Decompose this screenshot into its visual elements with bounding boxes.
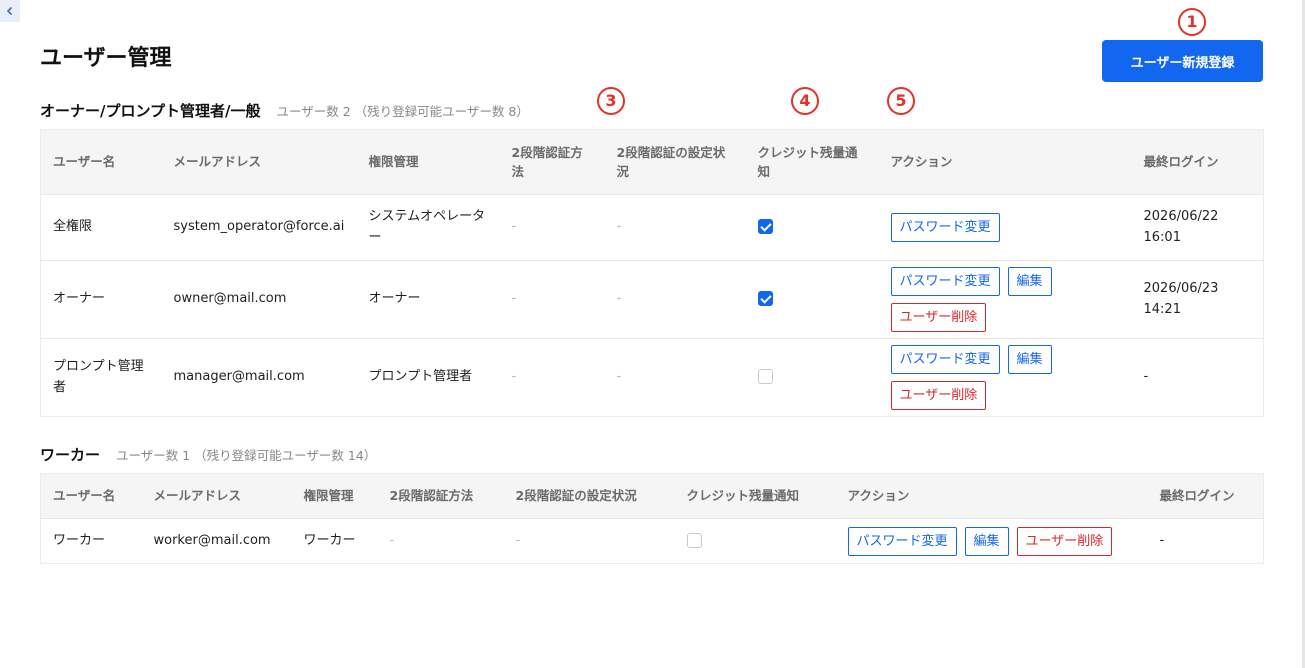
user-count: ユーザー数 1 （残り登録可能ユーザー数 14） — [116, 448, 377, 463]
column-header: ユーザー名 — [40, 473, 142, 519]
annotation-marker-4: 4 — [791, 87, 819, 115]
annotation-marker-5: 5 — [887, 87, 915, 115]
delete-user-button[interactable]: ユーザー削除 — [1016, 526, 1113, 556]
tfa-status-cell: - — [604, 260, 746, 339]
edit-button[interactable]: 編集 — [1007, 267, 1052, 296]
table-row: ワーカー worker@mail.com ワーカー - - パスワード変更 編集… — [40, 518, 1264, 564]
column-header: 2段階認証の設定状況 — [503, 473, 675, 519]
actions-cell: パスワード変更 編集 ユーザー削除 — [835, 518, 1148, 564]
actions-cell: パスワード変更 編集 ユーザー削除 — [878, 260, 1132, 339]
section-title: ワーカー — [40, 446, 101, 464]
section-header-workers: ワーカー ユーザー数 1 （残り登録可能ユーザー数 14） — [40, 444, 376, 465]
role-cell: プロンプト管理者 — [356, 338, 500, 417]
page-title: ユーザー管理 — [40, 46, 172, 71]
email-cell: worker@mail.com — [141, 518, 292, 564]
change-password-button[interactable]: パスワード変更 — [847, 526, 957, 556]
column-header: メールアドレス — [161, 129, 357, 195]
delete-user-button[interactable]: ユーザー削除 — [890, 303, 987, 332]
user-name-cell: ワーカー — [40, 518, 142, 564]
edit-button[interactable]: 編集 — [964, 526, 1009, 556]
column-header: 最終ログイン — [1131, 129, 1264, 195]
tfa-method-cell: - — [499, 260, 605, 339]
last-login-cell: 2026/06/23 14:21 — [1131, 260, 1264, 339]
table-row: プロンプト管理者 manager@mail.com プロンプト管理者 - - パ… — [40, 338, 1264, 417]
column-header: ユーザー名 — [40, 129, 162, 195]
back-button[interactable] — [0, 0, 20, 22]
column-header: 2段階認証の設定状況 — [604, 129, 746, 195]
actions-cell: パスワード変更 — [878, 194, 1132, 261]
chevron-left-icon — [6, 6, 13, 16]
column-header: 最終ログイン — [1147, 473, 1264, 519]
email-cell: system_operator@force.ai — [161, 194, 357, 261]
users-table-owners: ユーザー名 メールアドレス 権限管理 2段階認証方法 2段階認証の設定状況 クレ… — [40, 129, 1264, 417]
column-header: 2段階認証方法 — [499, 129, 605, 195]
user-count: ユーザー数 2 （残り登録可能ユーザー数 8） — [276, 104, 529, 119]
column-header: 権限管理 — [291, 473, 378, 519]
table-row: オーナー owner@mail.com オーナー - - パスワード変更 編集 … — [40, 260, 1264, 339]
last-login-cell: - — [1147, 518, 1264, 564]
change-password-button[interactable]: パスワード変更 — [890, 213, 1000, 242]
column-header: アクション — [835, 473, 1148, 519]
change-password-button[interactable]: パスワード変更 — [890, 267, 1000, 296]
table-header-row: ユーザー名 メールアドレス 権限管理 2段階認証方法 2段階認証の設定状況 クレ… — [40, 129, 1264, 195]
user-management-page: ユーザー管理 ユーザー新規登録 1 2 3 4 5 オーナー/プロンプト管理者/… — [0, 0, 1305, 668]
column-header: 2段階認証方法 — [377, 473, 504, 519]
table-row: 全権限 system_operator@force.ai システムオペレーター … — [40, 194, 1264, 261]
tfa-status-cell: - — [503, 518, 675, 564]
role-cell: システムオペレーター — [356, 194, 500, 261]
credit-notify-cell — [674, 518, 836, 564]
credit-notify-checkbox[interactable] — [757, 369, 773, 385]
column-header: 権限管理 — [356, 129, 500, 195]
last-login-cell: 2026/06/22 16:01 — [1131, 194, 1264, 261]
actions-cell: パスワード変更 編集 ユーザー削除 — [878, 338, 1132, 417]
tfa-method-cell: - — [377, 518, 504, 564]
tfa-method-cell: - — [499, 338, 605, 417]
role-cell: オーナー — [356, 260, 500, 339]
email-cell: owner@mail.com — [161, 260, 357, 339]
tfa-status-cell: - — [604, 194, 746, 261]
users-table-workers: ユーザー名 メールアドレス 権限管理 2段階認証方法 2段階認証の設定状況 クレ… — [40, 473, 1264, 564]
column-header: クレジット残量通知 — [745, 129, 879, 195]
section-title: オーナー/プロンプト管理者/一般 — [40, 102, 261, 120]
credit-notify-cell — [745, 194, 879, 261]
column-header: アクション — [878, 129, 1132, 195]
column-header: メールアドレス — [141, 473, 292, 519]
section-header-owners: オーナー/プロンプト管理者/一般 ユーザー数 2 （残り登録可能ユーザー数 8） — [40, 100, 529, 121]
user-name-cell: オーナー — [40, 260, 162, 339]
annotation-marker-3: 3 — [597, 87, 625, 115]
edit-button[interactable]: 編集 — [1007, 345, 1052, 374]
column-header: クレジット残量通知 — [674, 473, 836, 519]
last-login-cell: - — [1131, 338, 1264, 417]
credit-notify-checkbox[interactable] — [686, 532, 702, 548]
tfa-method-cell: - — [499, 194, 605, 261]
user-name-cell: 全権限 — [40, 194, 162, 261]
credit-notify-checkbox[interactable] — [757, 291, 773, 307]
credit-notify-cell — [745, 338, 879, 417]
new-user-button[interactable]: ユーザー新規登録 — [1102, 40, 1263, 82]
annotation-marker-1: 1 — [1178, 8, 1206, 36]
table-header-row: ユーザー名 メールアドレス 権限管理 2段階認証方法 2段階認証の設定状況 クレ… — [40, 473, 1264, 519]
delete-user-button[interactable]: ユーザー削除 — [890, 381, 987, 410]
role-cell: ワーカー — [291, 518, 378, 564]
credit-notify-checkbox[interactable] — [757, 219, 773, 235]
tfa-status-cell: - — [604, 338, 746, 417]
change-password-button[interactable]: パスワード変更 — [890, 345, 1000, 374]
credit-notify-cell — [745, 260, 879, 339]
user-name-cell: プロンプト管理者 — [40, 338, 162, 417]
email-cell: manager@mail.com — [161, 338, 357, 417]
